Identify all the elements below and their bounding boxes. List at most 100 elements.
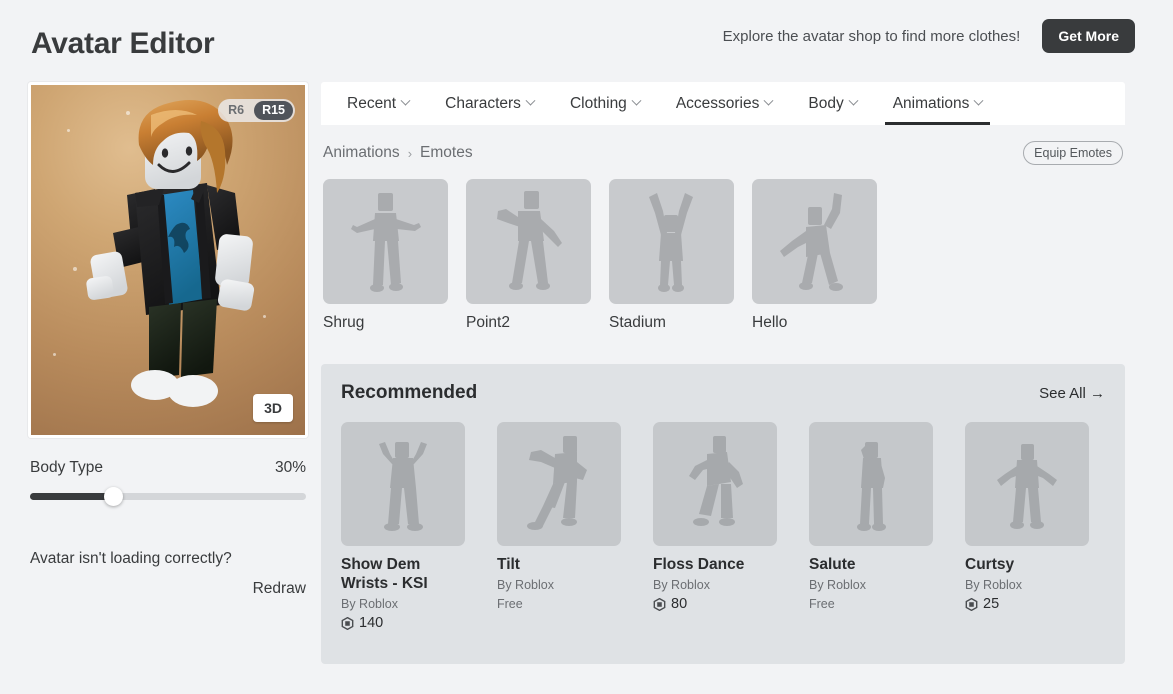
rig-type-toggle[interactable]: R6 R15 [218,99,295,122]
equip-emotes-button[interactable]: Equip Emotes [1023,141,1123,165]
emote-cell-hello[interactable]: Hello [752,179,877,332]
robux-icon [341,616,354,630]
page-header: Avatar Editor Explore the avatar shop to… [0,0,1173,76]
tab-recent-label: Recent [347,94,397,112]
category-tabbar: Recent Characters Clothing Accessories B… [321,82,1125,125]
avatar-preview-column: R6 R15 3D Body Type 30% Avatar isn't loa… [28,82,308,598]
item-thumbnail[interactable] [497,422,621,546]
emote-thumbnail[interactable] [466,179,591,304]
catalog-column: Recent Characters Clothing Accessories B… [321,82,1125,664]
emote-name: Stadium [609,314,666,331]
shrug-pose-figure [351,193,421,292]
tab-recent[interactable]: Recent [329,82,427,125]
body-type-row: Body Type 30% [28,459,308,477]
slider-thumb[interactable] [103,487,123,506]
emote-cell-stadium[interactable]: Stadium [609,179,734,332]
emote-cell-shrug[interactable]: Shrug [323,179,448,332]
tab-accessories-label: Accessories [675,94,760,112]
tab-animations-label: Animations [892,94,970,112]
page-title: Avatar Editor [31,27,215,60]
item-name[interactable]: Tilt [497,555,621,574]
chevron-down-icon [763,95,774,106]
equipped-emotes-grid: Shrug Point2 Stadium Hello [321,179,1125,332]
emote-name: Point2 [466,314,510,331]
item-creator: By Roblox [965,578,1022,592]
item-name[interactable]: Curtsy [965,555,1089,574]
tab-body[interactable]: Body [790,82,874,125]
avatar-loading-note: Avatar isn't loading correctly? [30,550,232,567]
tab-animations[interactable]: Animations [875,82,1001,125]
breadcrumb-separator-icon: › [407,145,413,161]
avatar-editor-page: Avatar Editor Explore the avatar shop to… [0,0,1173,694]
emote-name: Shrug [323,314,365,331]
breadcrumb: Animations › Emotes [323,144,473,162]
item-name[interactable]: Salute [809,555,933,574]
get-more-button[interactable]: Get More [1042,19,1135,53]
tab-clothing[interactable]: Clothing [552,82,658,125]
chevron-down-icon [631,95,642,106]
breadcrumb-root[interactable]: Animations [323,144,400,162]
recommended-grid: Show Dem Wrists - KSI By Roblox 140 Tilt… [341,422,1105,631]
tilt-pose-figure [527,436,587,530]
rig-option-r6[interactable]: R6 [220,101,252,120]
emote-thumbnail[interactable] [609,179,734,304]
see-all-link[interactable]: See All → [1039,385,1105,402]
item-thumbnail[interactable] [341,422,465,546]
recommended-item[interactable]: Salute By Roblox Free [809,422,933,631]
emote-thumbnail[interactable] [323,179,448,304]
recommended-header: Recommended See All → [341,382,1105,404]
curtsy-pose-figure [997,444,1057,529]
item-thumbnail[interactable] [809,422,933,546]
item-price-value: 140 [359,615,384,631]
recommended-item[interactable]: Floss Dance By Roblox 80 [653,422,777,631]
item-name[interactable]: Floss Dance [653,555,777,574]
item-creator: By Roblox [809,578,866,592]
body-type-slider[interactable] [28,487,308,506]
emote-cell-point2[interactable]: Point2 [466,179,591,332]
emote-thumbnail[interactable] [752,179,877,304]
body-type-value: 30% [274,459,306,476]
view-3d-button[interactable]: 3D [253,394,293,422]
item-thumbnail[interactable] [965,422,1089,546]
robux-icon [965,597,978,611]
redraw-button[interactable]: Redraw [253,580,306,597]
floss-dance-pose-figure [689,436,743,526]
chevron-down-icon [848,95,859,106]
rig-option-r15[interactable]: R15 [254,101,293,120]
chevron-down-icon [525,95,536,106]
item-price: 25 [965,596,1089,612]
robux-icon [653,597,666,611]
emote-name: Hello [752,314,788,331]
recommended-title: Recommended [341,382,478,403]
redraw-row: Redraw [28,580,308,598]
breadcrumb-current: Emotes [420,144,473,161]
chevron-down-icon [400,95,411,106]
breadcrumb-row: Animations › Emotes Equip Emotes [321,125,1125,165]
stadium-pose-figure [649,193,693,292]
avatar-card: R6 R15 3D [28,82,308,438]
item-price: 140 [341,615,465,631]
recommended-item[interactable]: Show Dem Wrists - KSI By Roblox 140 [341,422,465,631]
show-dem-wrists-pose-figure [379,442,427,531]
roblox-character-figure [86,100,255,407]
item-price-free: Free [497,597,523,611]
item-creator: By Roblox [653,578,710,592]
chevron-down-icon [973,95,984,106]
item-thumbnail[interactable] [653,422,777,546]
recommended-item[interactable]: Curtsy By Roblox 25 [965,422,1089,631]
item-creator: By Roblox [341,597,398,611]
tab-accessories[interactable]: Accessories [658,82,791,125]
item-price-free: Free [809,597,835,611]
point2-pose-figure [497,191,562,290]
header-actions: Explore the avatar shop to find more clo… [723,19,1135,53]
item-price-value: 25 [983,596,1000,612]
tab-characters-label: Characters [445,94,521,112]
item-price: 80 [653,596,777,612]
recommended-item[interactable]: Tilt By Roblox Free [497,422,621,631]
hello-pose-figure [780,193,843,291]
item-name[interactable]: Show Dem Wrists - KSI [341,555,465,593]
avatar-render[interactable]: R6 R15 3D [31,85,305,435]
tab-clothing-label: Clothing [569,94,627,112]
tab-body-label: Body [808,94,844,112]
tab-characters[interactable]: Characters [427,82,552,125]
